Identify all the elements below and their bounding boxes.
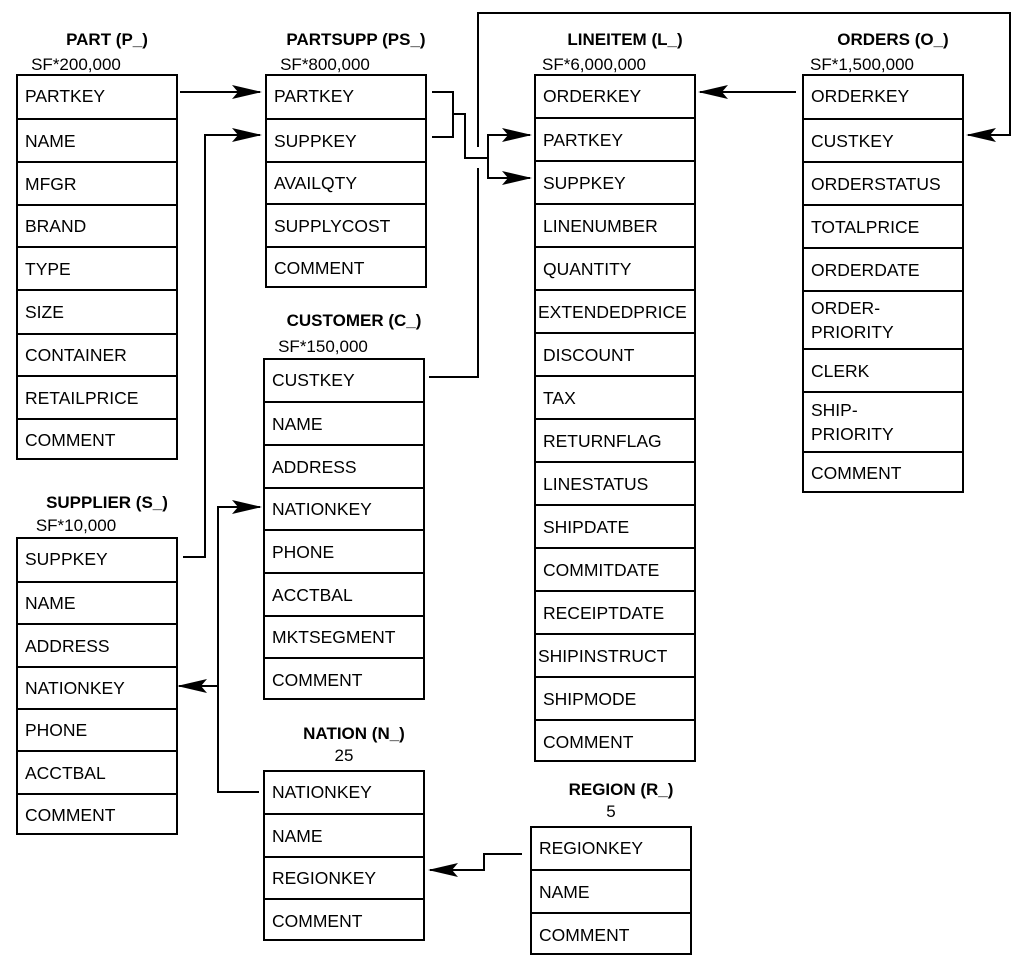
table-title-orders: ORDERS (O_) — [837, 30, 949, 49]
table-cardinality-customer: SF*150,000 — [278, 337, 368, 356]
column-supplier-phone: PHONE — [18, 708, 176, 750]
table-title-lineitem: LINEITEM (L_) — [567, 30, 683, 49]
column-orders-orderdate: ORDERDATE — [804, 247, 962, 290]
table-region: REGIONKEY NAME COMMENT — [530, 826, 692, 955]
column-orders-totalprice: TOTALPRICE — [804, 204, 962, 247]
column-part-comment: COMMENT — [18, 418, 176, 460]
column-part-type: TYPE — [18, 246, 176, 289]
table-cardinality-partsupp: SF*800,000 — [280, 55, 370, 74]
table-orders: ORDERKEY CUSTKEY ORDERSTATUS TOTALPRICE ORDE… — [802, 74, 964, 493]
table-cardinality-region: 5 — [606, 802, 616, 821]
table-title-supplier: SUPPLIER (S_) — [46, 493, 168, 512]
column-part-size: SIZE — [18, 289, 176, 333]
link-region-nation-regionkey — [428, 853, 522, 877]
table-title-customer: CUSTOMER (C_) — [286, 311, 422, 330]
column-customer-custkey: CUSTKEY — [272, 369, 355, 390]
column-orders-orderpriority: ORDER- PRIORITY — [804, 290, 962, 348]
link-partsupp-lineitem-suppkey — [487, 158, 532, 185]
column-lineitem-linestatus: LINESTATUS — [536, 461, 694, 504]
column-partsupp-supplycost: SUPPLYCOST — [267, 203, 425, 246]
column-partsupp-suppkey: SUPPKEY — [267, 118, 425, 161]
column-region-comment: COMMENT — [532, 912, 690, 955]
link-nation-customer-nationkey — [217, 500, 262, 793]
column-supplier-suppkey: SUPPKEY — [25, 549, 108, 569]
column-lineitem-extendedprice: EXTENDEDPRICE — [536, 289, 694, 332]
column-customer-mktsegment: MKTSEGMENT — [265, 615, 423, 657]
column-lineitem-shipdate: SHIPDATE — [536, 504, 694, 547]
column-lineitem-shipmode: SHIPMODE — [536, 676, 694, 719]
column-supplier-nationkey: NATIONKEY — [18, 666, 176, 708]
column-supplier-address: ADDRESS — [18, 623, 176, 666]
column-lineitem-discount: DISCOUNT — [536, 332, 694, 375]
column-lineitem-comment: COMMENT — [536, 719, 694, 762]
column-customer-phone: PHONE — [265, 529, 423, 572]
table-cardinality-supplier: SF*10,000 — [35, 516, 117, 535]
column-customer-name: NAME — [265, 401, 423, 444]
column-lineitem-returnflag: RETURNFLAG — [536, 418, 694, 461]
table-part: PARTKEY NAME MFGR BRAND TYPE SIZE CONTAINER RET… — [16, 74, 178, 460]
column-partsupp-availqty: AVAILQTY — [267, 161, 425, 203]
table-cardinality-part: SF*200,000 — [31, 55, 121, 74]
column-nation-name: NAME — [265, 813, 423, 856]
column-nation-nationkey: NATIONKEY — [272, 781, 372, 802]
column-lineitem-linenumber: LINENUMBER — [536, 203, 694, 246]
column-supplier-name: NAME — [18, 581, 176, 623]
table-title-nation: NATION (N_) — [303, 724, 405, 743]
column-partsupp-partkey: PARTKEY — [274, 86, 355, 106]
column-supplier-comment: COMMENT — [18, 793, 176, 835]
link-partsupp-lineitem-partkey — [487, 128, 532, 158]
column-lineitem-commitdate: COMMITDATE — [536, 547, 694, 590]
table-partsupp: PARTKEY SUPPKEY AVAILQTY SUPPLYCOST COMMENT — [265, 74, 427, 288]
table-supplier: SUPPKEY NAME ADDRESS NATIONKEY PHONE ACCTBAL C… — [16, 537, 178, 835]
column-lineitem-receiptdate: RECEIPTDATE — [536, 590, 694, 633]
link-partsupp-lineitem-merge — [432, 91, 488, 159]
table-title-part: PART (P_) — [66, 30, 148, 49]
column-orders-clerk: CLERK — [804, 348, 962, 391]
column-region-regionkey: REGIONKEY — [539, 837, 644, 858]
column-orders-orderstatus: ORDERSTATUS — [804, 161, 962, 204]
table-lineitem: ORDERKEY PARTKEY SUPPKEY LINENUMBER QUANTITY… — [534, 74, 696, 762]
column-orders-orderkey: ORDERKEY — [811, 86, 910, 106]
column-orders-comment: COMMENT — [804, 451, 962, 493]
column-part-container: CONTAINER — [18, 333, 176, 375]
column-orders-custkey: CUSTKEY — [804, 118, 962, 161]
column-nation-regionkey: REGIONKEY — [265, 856, 423, 898]
table-cardinality-lineitem: SF*6,000,000 — [542, 55, 646, 74]
column-part-partkey: PARTKEY — [25, 86, 106, 106]
column-lineitem-orderkey: ORDERKEY — [543, 85, 642, 106]
table-cardinality-orders: SF*1,500,000 — [810, 55, 914, 74]
column-part-retailprice: RETAILPRICE — [18, 375, 176, 418]
column-customer-comment: COMMENT — [265, 657, 423, 700]
column-part-mfgr: MFGR — [18, 161, 176, 204]
column-lineitem-tax: TAX — [536, 375, 694, 418]
column-orders-shippriority: SHIP- PRIORITY — [804, 391, 962, 451]
column-customer-nationkey: NATIONKEY — [265, 487, 423, 529]
column-nation-comment: COMMENT — [265, 898, 423, 941]
table-cardinality-nation: 25 — [334, 746, 354, 765]
column-partsupp-comment: COMMENT — [267, 246, 425, 288]
column-customer-acctbal: ACCTBAL — [265, 572, 423, 615]
table-customer: CUSTKEY NAME ADDRESS NATIONKEY PHONE ACCTBAL M… — [263, 358, 425, 700]
column-lineitem-quantity: QUANTITY — [536, 246, 694, 289]
column-supplier-acctbal: ACCTBAL — [18, 750, 176, 793]
column-lineitem-suppkey: SUPPKEY — [536, 160, 694, 203]
table-title-partsupp: PARTSUPP (PS_) — [286, 30, 426, 49]
column-lineitem-partkey: PARTKEY — [536, 117, 694, 160]
table-title-region: REGION (R_) — [568, 780, 674, 799]
column-part-name: NAME — [18, 118, 176, 161]
column-region-name: NAME — [532, 869, 690, 912]
table-nation: NATIONKEY NAME REGIONKEY COMMENT — [263, 770, 425, 941]
column-customer-address: ADDRESS — [265, 444, 423, 487]
column-lineitem-shipinstruct: SHIPINSTRUCT — [536, 633, 694, 676]
column-part-brand: BRAND — [18, 204, 176, 246]
